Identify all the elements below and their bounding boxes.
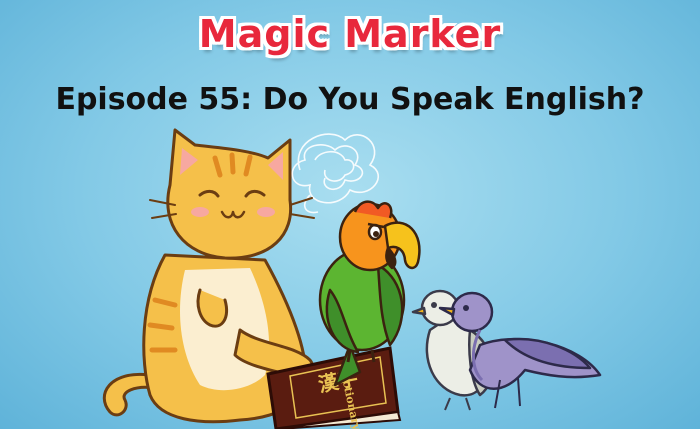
- cartoon-illustration: 漢字 Dictionary: [102, 128, 602, 429]
- episode-title: Episode 55: Do You Speak English?: [55, 82, 645, 117]
- magic-marker-logo: Magic Marker: [198, 12, 502, 56]
- cartoon-stage: 漢字 Dictionary: [0, 0, 700, 429]
